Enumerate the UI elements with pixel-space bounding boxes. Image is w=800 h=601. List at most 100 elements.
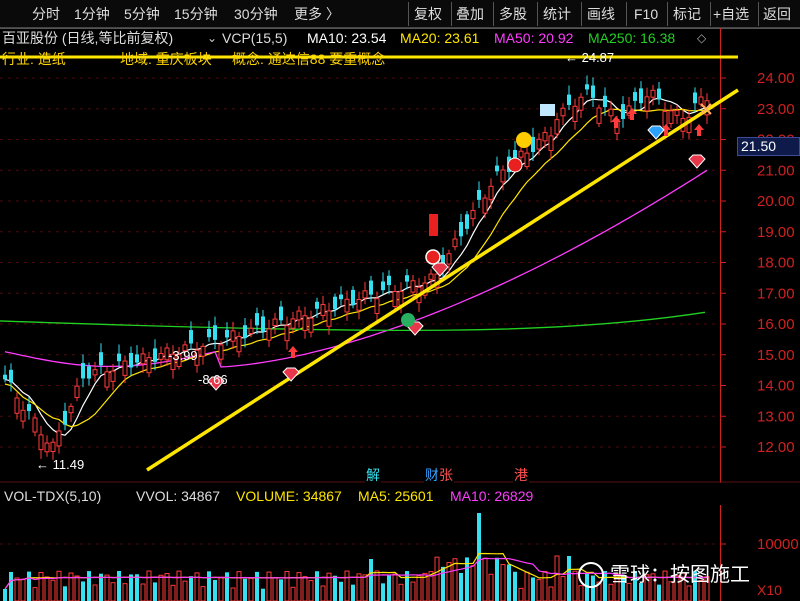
back-button[interactable]: 返回: [763, 3, 791, 25]
candle-body: [230, 330, 236, 342]
overlay-button[interactable]: 叠加: [456, 3, 484, 25]
tab-1min[interactable]: 1分钟: [74, 3, 110, 25]
candle-body: [272, 318, 278, 327]
settings-diamond-icon[interactable]: ◇: [697, 29, 706, 47]
volume-bar: [213, 579, 217, 601]
f10-button[interactable]: F10: [634, 3, 658, 25]
trend-line: [146, 88, 739, 472]
volume-bar: [572, 570, 578, 601]
volume-bar: [387, 574, 391, 601]
event-tag-label: 解: [366, 467, 380, 483]
volume-bar: [92, 584, 98, 601]
indicator-name[interactable]: VCP(15,5): [222, 29, 287, 47]
volume-bar: [308, 580, 314, 601]
volume-bar: [117, 571, 121, 601]
price-axis-label: 24.00: [757, 70, 795, 87]
tab-30min[interactable]: 30分钟: [234, 3, 278, 25]
candle-body: [356, 298, 362, 311]
candle-body: [362, 290, 368, 299]
volume-bar: [129, 574, 133, 601]
candle-body: [657, 88, 661, 100]
volume-indicator-name[interactable]: VOL-TDX(5,10): [4, 487, 101, 505]
candle-body: [333, 296, 337, 310]
candle-body: [644, 96, 650, 112]
volume-bar: [189, 576, 193, 601]
statistics-button[interactable]: 统计: [543, 3, 571, 25]
candle-body: [284, 325, 290, 342]
ma20-line: [4, 108, 708, 428]
volume-bar: [392, 573, 398, 601]
ma10-line: [4, 97, 708, 436]
candle-body: [542, 132, 548, 142]
watermark-text: 雪球：按图施工: [610, 564, 750, 586]
candle-body: [27, 404, 31, 412]
price-axis-label: 12.00: [757, 439, 795, 456]
candle-body: [633, 92, 637, 101]
volume-bar: [3, 589, 7, 601]
candle-body: [470, 210, 476, 220]
add-watchlist-button[interactable]: +自选: [713, 3, 749, 25]
candle-body: [302, 315, 308, 332]
toolbar-divider: [667, 2, 668, 26]
candle-body: [518, 150, 524, 158]
candle-body: [158, 353, 164, 360]
candle-body: [578, 96, 584, 111]
mark-button[interactable]: 标记: [673, 3, 701, 25]
candle-body: [650, 89, 656, 98]
ma250-line: [0, 311, 706, 331]
stock-title: 百亚股份 (日线,等比前复权): [2, 30, 174, 46]
volume-bar: [153, 582, 157, 601]
candle-body: [500, 169, 506, 183]
collapse-chevron-icon[interactable]: ⌄: [207, 29, 217, 47]
top-toolbar: 分时 1分钟 5分钟 15分钟 30分钟 更多 〉 复权 叠加 多股 统计 画线…: [0, 0, 800, 28]
green-check-icon: [401, 313, 415, 327]
tab-more[interactable]: 更多 〉: [294, 3, 340, 25]
volume-bar: [110, 582, 116, 601]
candle-body: [465, 214, 469, 229]
candle-body: [207, 328, 211, 338]
volume-bar: [536, 579, 542, 601]
candle-body: [572, 105, 578, 123]
volume-bar: [339, 581, 343, 601]
event-tag-label: 张: [439, 467, 453, 483]
candle-body: [44, 442, 50, 453]
volume-bar: [243, 578, 247, 601]
volume-bar: [63, 586, 67, 601]
candle-body: [320, 304, 326, 316]
candle-body: [87, 366, 91, 379]
volume-bar: [398, 583, 404, 601]
volume-bar: [369, 559, 373, 601]
volume-bar: [272, 577, 278, 601]
candle-body: [225, 329, 229, 338]
volume-bar: [302, 576, 308, 601]
volume-bar: [9, 571, 13, 601]
tab-5min[interactable]: 5分钟: [124, 3, 160, 25]
volume-bar: [14, 577, 20, 601]
price-axis-label: 20.00: [757, 193, 795, 210]
multi-stock-button[interactable]: 多股: [499, 3, 527, 25]
toolbar-divider: [626, 2, 627, 26]
tab-intraday[interactable]: 分时: [32, 3, 60, 25]
concept-label: 概念: 通达信88 要重概念: [232, 51, 386, 67]
volume-bar: [567, 556, 571, 601]
restore-right-button[interactable]: 复权: [414, 3, 442, 25]
price-chart[interactable]: 24.0023.0022.0021.0020.0019.0018.0017.00…: [0, 28, 800, 483]
volume-bar: [158, 574, 164, 601]
candle-body: [20, 409, 26, 422]
volume-bar: [381, 583, 385, 601]
volume-bar: [261, 588, 265, 601]
candle-body: [567, 94, 571, 106]
candle-body: [290, 318, 296, 329]
volume-bar: [38, 571, 44, 601]
candle-body: [351, 289, 355, 306]
toolbar-divider: [710, 2, 711, 26]
toolbar-divider: [537, 2, 538, 26]
draw-line-button[interactable]: 画线: [587, 3, 615, 25]
current-price-box: 21.50: [737, 137, 800, 156]
tab-15min[interactable]: 15分钟: [174, 3, 218, 25]
candle-body: [74, 385, 80, 398]
candle-body: [140, 353, 146, 365]
ma50-value: MA50: 20.92: [494, 30, 574, 46]
volume-bar: [470, 565, 476, 601]
volume-value: VOLUME: 34867: [236, 488, 342, 504]
